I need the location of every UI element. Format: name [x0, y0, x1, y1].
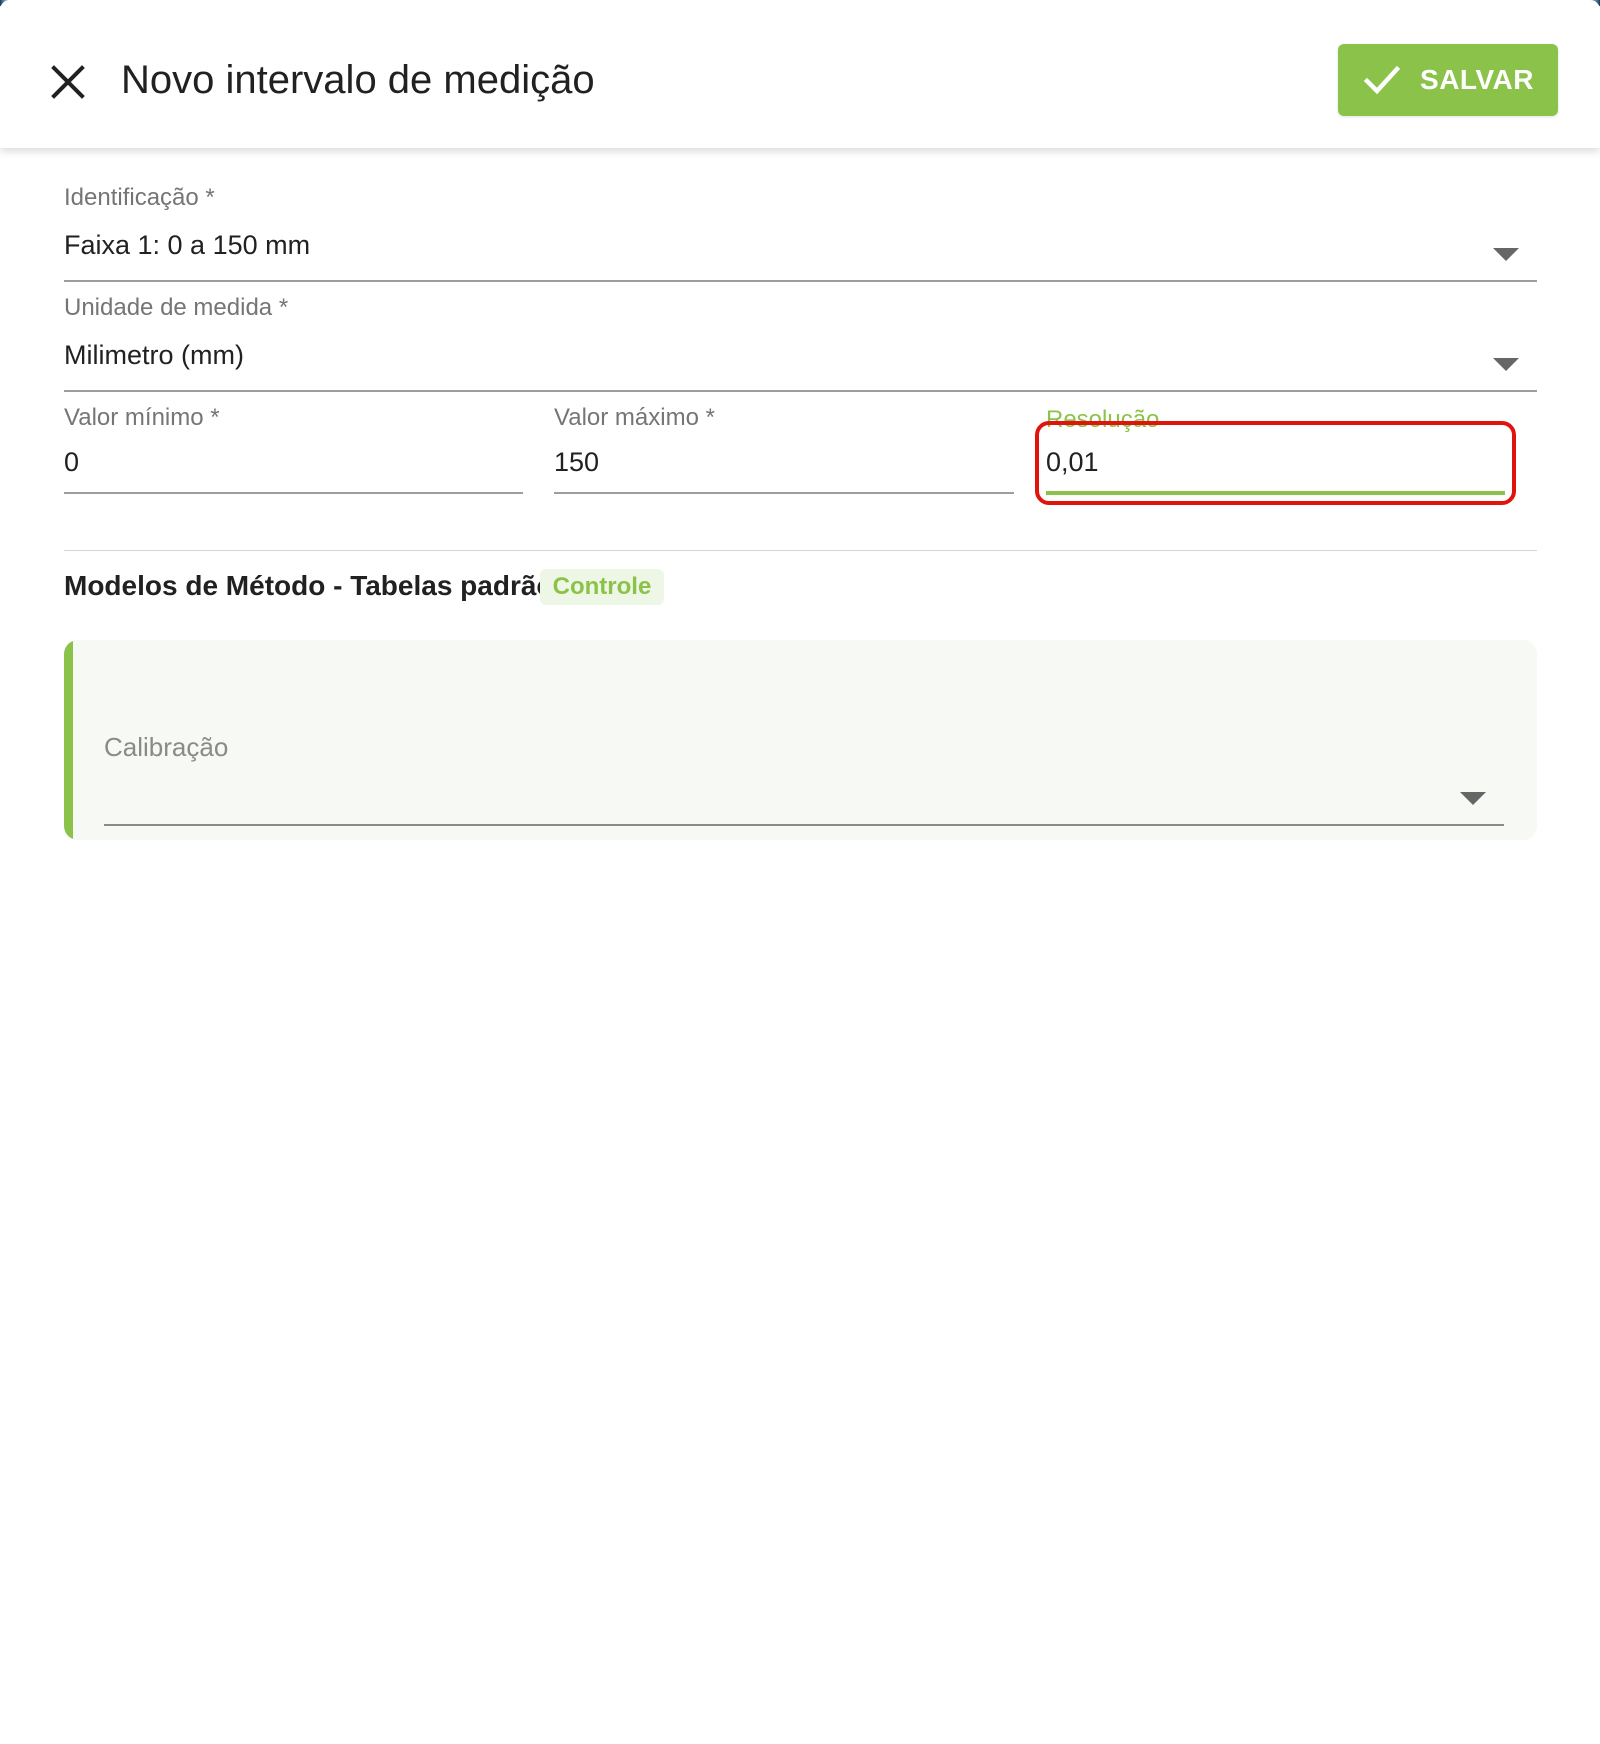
- field-underline: [554, 492, 1014, 494]
- page-title: Novo intervalo de medição: [121, 58, 595, 102]
- unidade-value[interactable]: Milimetro (mm): [64, 338, 244, 372]
- resolucao-field[interactable]: Resolução 0,01: [1046, 403, 1505, 495]
- calibracao-placeholder: Calibração: [104, 732, 229, 762]
- dropdown-arrow-icon[interactable]: [1460, 792, 1486, 805]
- field-underline: [64, 492, 523, 494]
- unidade-de-medida-select[interactable]: Unidade de medida * Milimetro (mm): [64, 293, 1537, 393]
- identificacao-value[interactable]: Faixa 1: 0 a 150 mm: [64, 228, 310, 262]
- calibracao-select[interactable]: Calibração: [104, 730, 1504, 828]
- resolucao-input[interactable]: 0,01: [1046, 445, 1099, 479]
- save-button[interactable]: SALVAR: [1338, 44, 1558, 116]
- section-divider: [64, 550, 1537, 551]
- valor-minimo-input[interactable]: 0: [64, 445, 79, 479]
- unidade-label: Unidade de medida *: [64, 294, 289, 321]
- check-icon: [1363, 65, 1401, 95]
- resolucao-label: Resolução: [1046, 406, 1160, 433]
- dropdown-arrow-icon[interactable]: [1493, 358, 1519, 371]
- dialog-header: Novo intervalo de medição SALVAR: [0, 0, 1600, 148]
- field-underline: [64, 280, 1537, 282]
- valor-minimo-field[interactable]: Valor mínimo * 0: [64, 403, 523, 495]
- save-button-label: SALVAR: [1420, 64, 1534, 95]
- field-underline: [64, 390, 1537, 392]
- close-button[interactable]: [46, 60, 90, 104]
- field-underline-focused: [1046, 491, 1505, 495]
- close-icon[interactable]: [46, 60, 90, 104]
- field-underline: [104, 824, 1504, 826]
- valor-maximo-field[interactable]: Valor máximo * 150: [554, 403, 1014, 495]
- valor-maximo-input[interactable]: 150: [554, 445, 599, 479]
- dropdown-arrow-icon[interactable]: [1493, 248, 1519, 261]
- valor-minimo-label: Valor mínimo *: [64, 404, 220, 431]
- section-title: Modelos de Método - Tabelas padrão: [64, 570, 554, 601]
- identificacao-select[interactable]: Identificação * Faixa 1: 0 a 150 mm: [64, 183, 1537, 283]
- method-model-card: Calibração: [64, 640, 1537, 840]
- card-accent-bar: [64, 640, 73, 840]
- identificacao-label: Identificação *: [64, 184, 215, 211]
- controle-badge: Controle: [540, 569, 664, 605]
- valor-maximo-label: Valor máximo *: [554, 404, 715, 431]
